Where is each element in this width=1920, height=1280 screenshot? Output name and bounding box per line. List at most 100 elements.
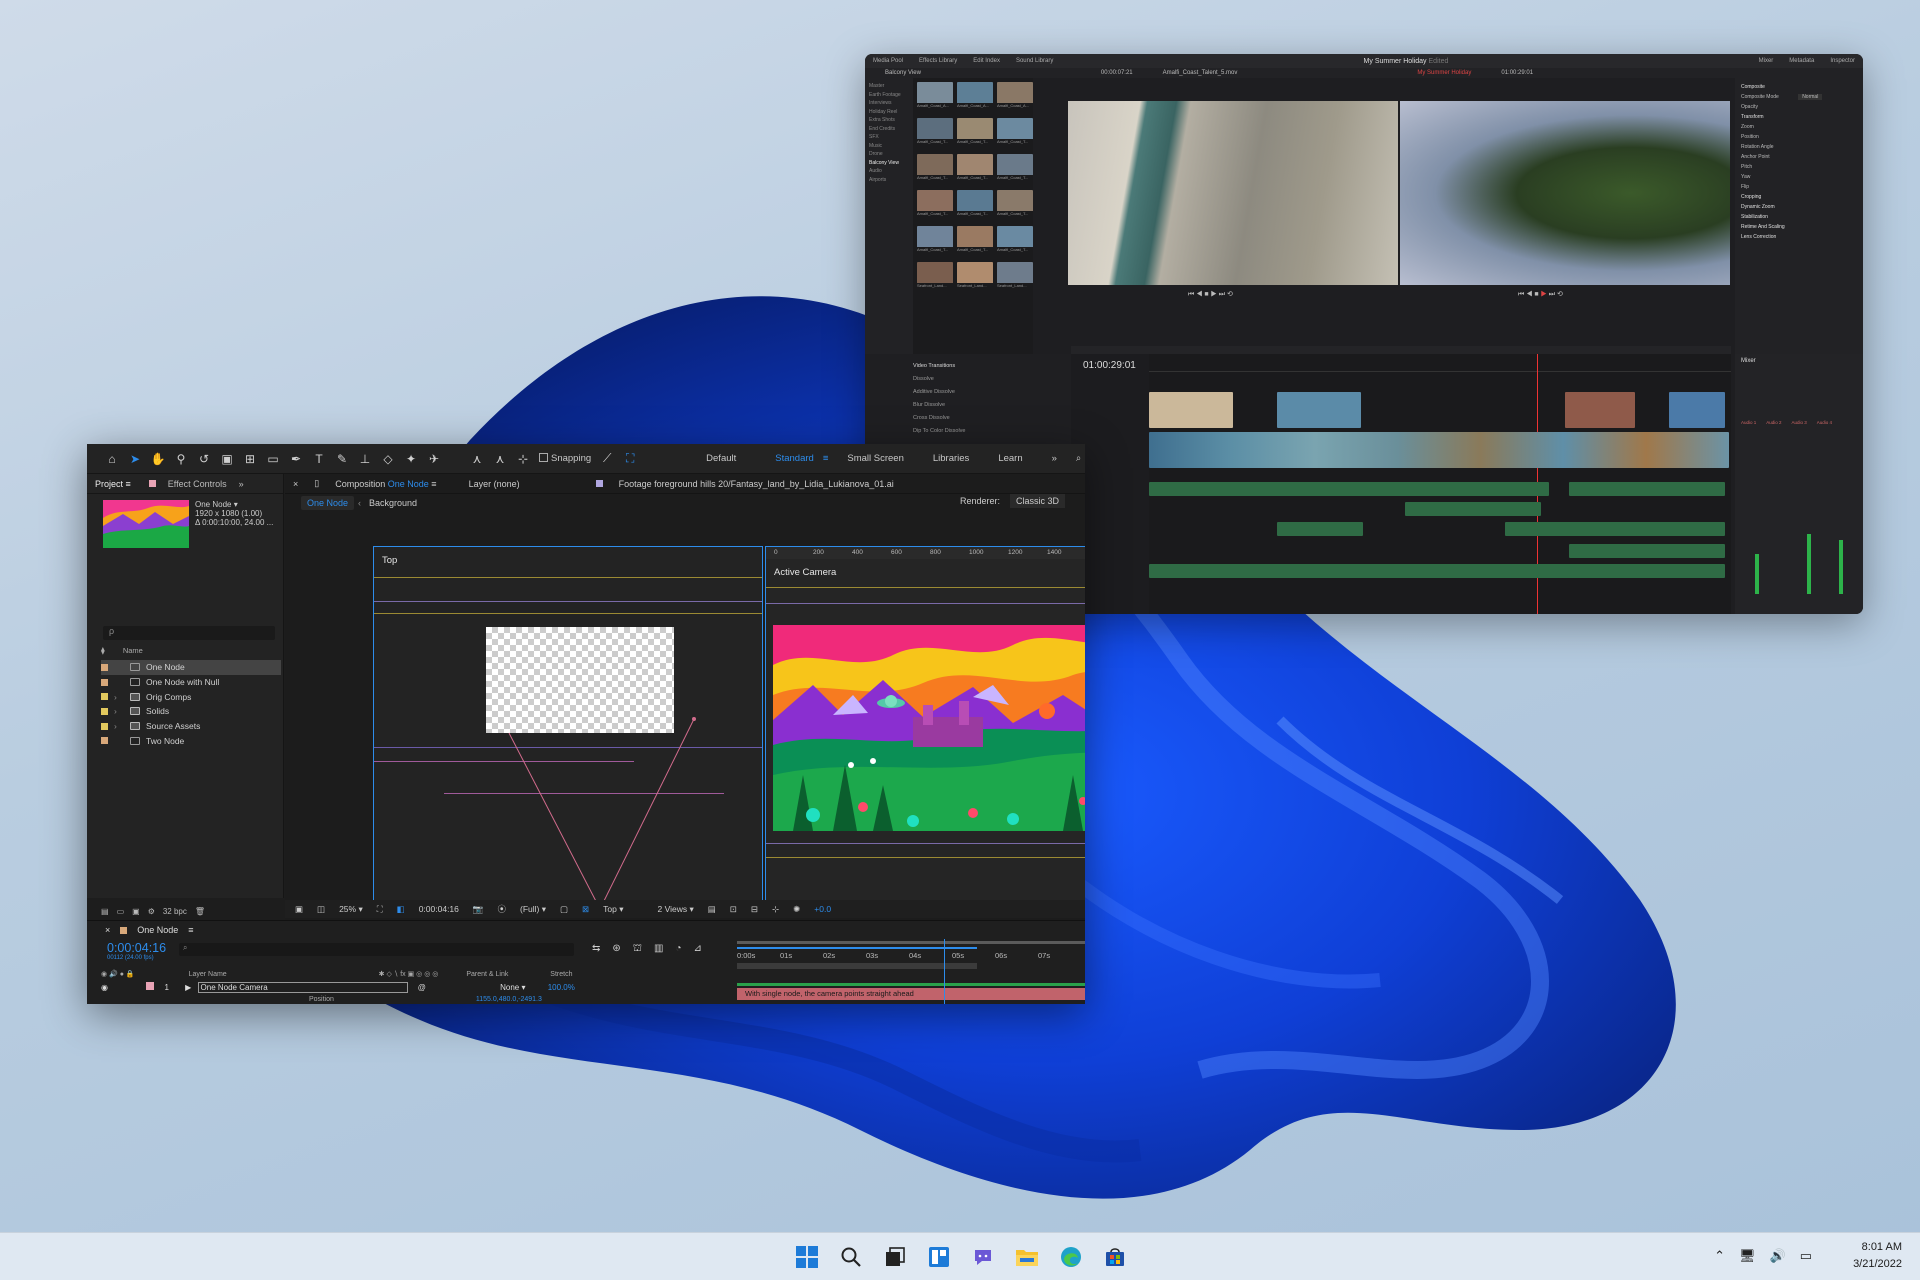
tab-sound-library[interactable]: Sound Library xyxy=(1016,58,1053,64)
zoom-dropdown[interactable]: 25% ▾ xyxy=(339,904,363,915)
home-icon[interactable]: ⌂ xyxy=(105,452,119,466)
transport-controls[interactable]: ⏮ ◀ ■ ▶ ⏭ ⟲ xyxy=(1188,290,1233,299)
media-clip-thumbnail[interactable]: Amalfi_Coast_T... xyxy=(957,226,993,259)
timeline-viewer[interactable] xyxy=(1400,101,1730,285)
audio-clip[interactable] xyxy=(1505,522,1725,536)
camera-tool-icon[interactable]: ▣ xyxy=(220,452,234,466)
tab-mixer[interactable]: Mixer xyxy=(1759,58,1774,64)
parent-pickwhip-icon[interactable]: @ xyxy=(418,983,426,992)
more-workspaces-icon[interactable]: » xyxy=(1052,453,1057,464)
media-clip-thumbnail[interactable]: Amalfi_Coast_A... xyxy=(957,82,993,115)
views-layout-dropdown[interactable]: 2 Views ▾ xyxy=(658,904,694,915)
video2-clip[interactable] xyxy=(1669,392,1725,428)
workspace-menu-icon[interactable]: ≡ xyxy=(823,453,829,464)
video1-clip[interactable] xyxy=(1149,432,1729,468)
viewer-transport[interactable]: ⏮ ◀ ■ ▶ ⏭ ⟲ ⏮ ◀ ■ ▶ ⏭ ⟲ xyxy=(1068,286,1730,300)
tab-composition[interactable]: Composition One Node ≡ xyxy=(335,479,436,489)
project-row[interactable]: › Solids xyxy=(101,704,281,719)
parent-dropdown[interactable]: None ▾ xyxy=(500,983,525,992)
effect-item[interactable]: Blur Dissolve xyxy=(913,399,1071,412)
media-clip-thumbnail[interactable]: Amalfi_Coast_T... xyxy=(917,154,953,187)
bin-item[interactable]: Interviews xyxy=(869,99,909,108)
volume-icon[interactable]: 🔊 xyxy=(1770,1248,1786,1264)
snapping-toggle[interactable]: Snapping xyxy=(539,453,591,464)
new-folder-icon[interactable]: ▭ xyxy=(117,907,125,916)
tab-layer[interactable]: Layer (none) xyxy=(469,479,520,489)
draft-3d-icon[interactable]: ⊛ xyxy=(612,943,620,956)
motion-blur-icon[interactable]: ◔ xyxy=(675,943,681,956)
media-clip-thumbnail[interactable]: Seafront_Land... xyxy=(957,262,993,295)
tab-edit-index[interactable]: Edit Index xyxy=(973,58,1000,64)
layer-name-field[interactable]: One Node Camera xyxy=(197,982,408,993)
bin-item[interactable]: Drone xyxy=(869,150,909,159)
label-column-icon[interactable]: ⧫ xyxy=(101,646,105,655)
tab-effects-library[interactable]: Effects Library xyxy=(919,58,957,64)
timeline-ruler[interactable] xyxy=(1149,362,1731,372)
search-help-icon[interactable]: ⌕ xyxy=(1076,453,1081,464)
tab-project[interactable]: Project ≡ xyxy=(95,479,131,489)
project-row[interactable]: One Node with Null xyxy=(101,675,281,690)
channel-icon[interactable]: ⦿ xyxy=(497,903,506,915)
breadcrumb-background[interactable]: Background xyxy=(369,498,417,508)
zoom-tool-icon[interactable]: ⚲ xyxy=(174,452,188,466)
workspace-learn[interactable]: Learn xyxy=(998,453,1022,464)
transparency-icon[interactable]: ⊠ xyxy=(582,904,589,915)
composition-mini-flowchart-icon[interactable]: ⇆ xyxy=(592,943,600,956)
fast-preview-icon[interactable]: ⊡ xyxy=(730,904,737,915)
project-item-name[interactable]: One Node ▾ xyxy=(195,500,273,509)
pen-tool-icon[interactable]: ✒ xyxy=(289,452,303,466)
type-tool-icon[interactable]: T xyxy=(312,452,326,466)
video2-clip[interactable] xyxy=(1277,392,1361,428)
bin-item[interactable]: SFX xyxy=(869,133,909,142)
roi-icon[interactable]: ▢ xyxy=(560,904,568,915)
position-row[interactable]: Position 1155.0,480.0,-2491.3 xyxy=(309,996,542,1003)
transparency-grid-icon[interactable]: ◧ xyxy=(397,904,405,915)
effect-item[interactable]: Cross Dissolve xyxy=(913,412,1071,425)
timeline-search[interactable]: ⌕ xyxy=(179,943,574,956)
pan-behind-icon[interactable]: ⊞ xyxy=(243,452,257,466)
tab-media-pool[interactable]: Media Pool xyxy=(873,58,903,64)
project-row[interactable]: One Node xyxy=(101,660,281,675)
tab-footage[interactable]: Footage foreground hills 20/Fantasy_land… xyxy=(619,479,894,489)
delete-icon[interactable]: 🗑 xyxy=(195,907,205,916)
video2-clip[interactable] xyxy=(1149,392,1233,428)
shy-layers-icon[interactable]: ⛫ xyxy=(633,943,642,956)
mask-visibility-icon[interactable]: ◫ xyxy=(317,904,325,915)
workspace-default[interactable]: Default xyxy=(706,453,736,464)
project-row[interactable]: › Source Assets xyxy=(101,719,281,734)
widgets-icon[interactable] xyxy=(924,1242,954,1272)
media-clip-thumbnail[interactable]: Amalfi_Coast_A... xyxy=(917,82,953,115)
media-clip-thumbnail[interactable]: Seafront_Land... xyxy=(917,262,953,295)
tab-metadata[interactable]: Metadata xyxy=(1789,58,1814,64)
tab-timeline-comp[interactable]: One Node xyxy=(137,925,178,935)
media-clip-thumbnail[interactable]: Amalfi_Coast_T... xyxy=(997,226,1033,259)
audio-clip[interactable] xyxy=(1405,502,1541,516)
brush-tool-icon[interactable]: ✎ xyxy=(335,452,349,466)
project-row[interactable]: Two Node xyxy=(101,733,281,748)
media-clip-thumbnail[interactable]: Amalfi_Coast_T... xyxy=(917,118,953,151)
col-layer-name[interactable]: Layer Name xyxy=(189,971,227,978)
search-icon[interactable] xyxy=(836,1242,866,1272)
inspector-heading[interactable]: Lens Correction xyxy=(1741,232,1857,242)
battery-icon[interactable]: ▭ xyxy=(1800,1248,1812,1264)
network-icon[interactable]: 🖥 xyxy=(1739,1248,1756,1264)
graph-editor-icon[interactable]: ⊿ xyxy=(693,943,701,956)
axis-view-icon[interactable]: ⊹ xyxy=(516,452,530,466)
fit-icon[interactable]: ⛶ xyxy=(377,904,383,915)
audio-clip-sfx[interactable] xyxy=(1277,522,1363,536)
layer-duration-bar[interactable]: With single node, the camera points stra… xyxy=(737,988,1085,1000)
media-clip-thumbnail[interactable]: Amalfi_Coast_T... xyxy=(997,190,1033,223)
viewer-top[interactable]: Top xyxy=(373,546,763,916)
snapshot-icon[interactable]: 📷 xyxy=(473,904,484,915)
resolution-dropdown[interactable]: (Full) ▾ xyxy=(520,904,546,915)
task-view-icon[interactable] xyxy=(880,1242,910,1272)
tab-menu-icon[interactable]: ≡ xyxy=(188,925,193,935)
frame-blending-icon[interactable]: ▥ xyxy=(654,943,663,956)
workspace-small-screen[interactable]: Small Screen xyxy=(847,453,904,464)
inspector-heading[interactable]: Stabilization xyxy=(1741,212,1857,222)
eraser-tool-icon[interactable]: ◇ xyxy=(381,452,395,466)
audio-clip-music[interactable] xyxy=(1149,564,1725,578)
media-clip-thumbnail[interactable]: Amalfi_Coast_T... xyxy=(917,226,953,259)
col-parent[interactable]: Parent & Link xyxy=(466,971,508,978)
bin-item[interactable]: Music xyxy=(869,142,909,151)
